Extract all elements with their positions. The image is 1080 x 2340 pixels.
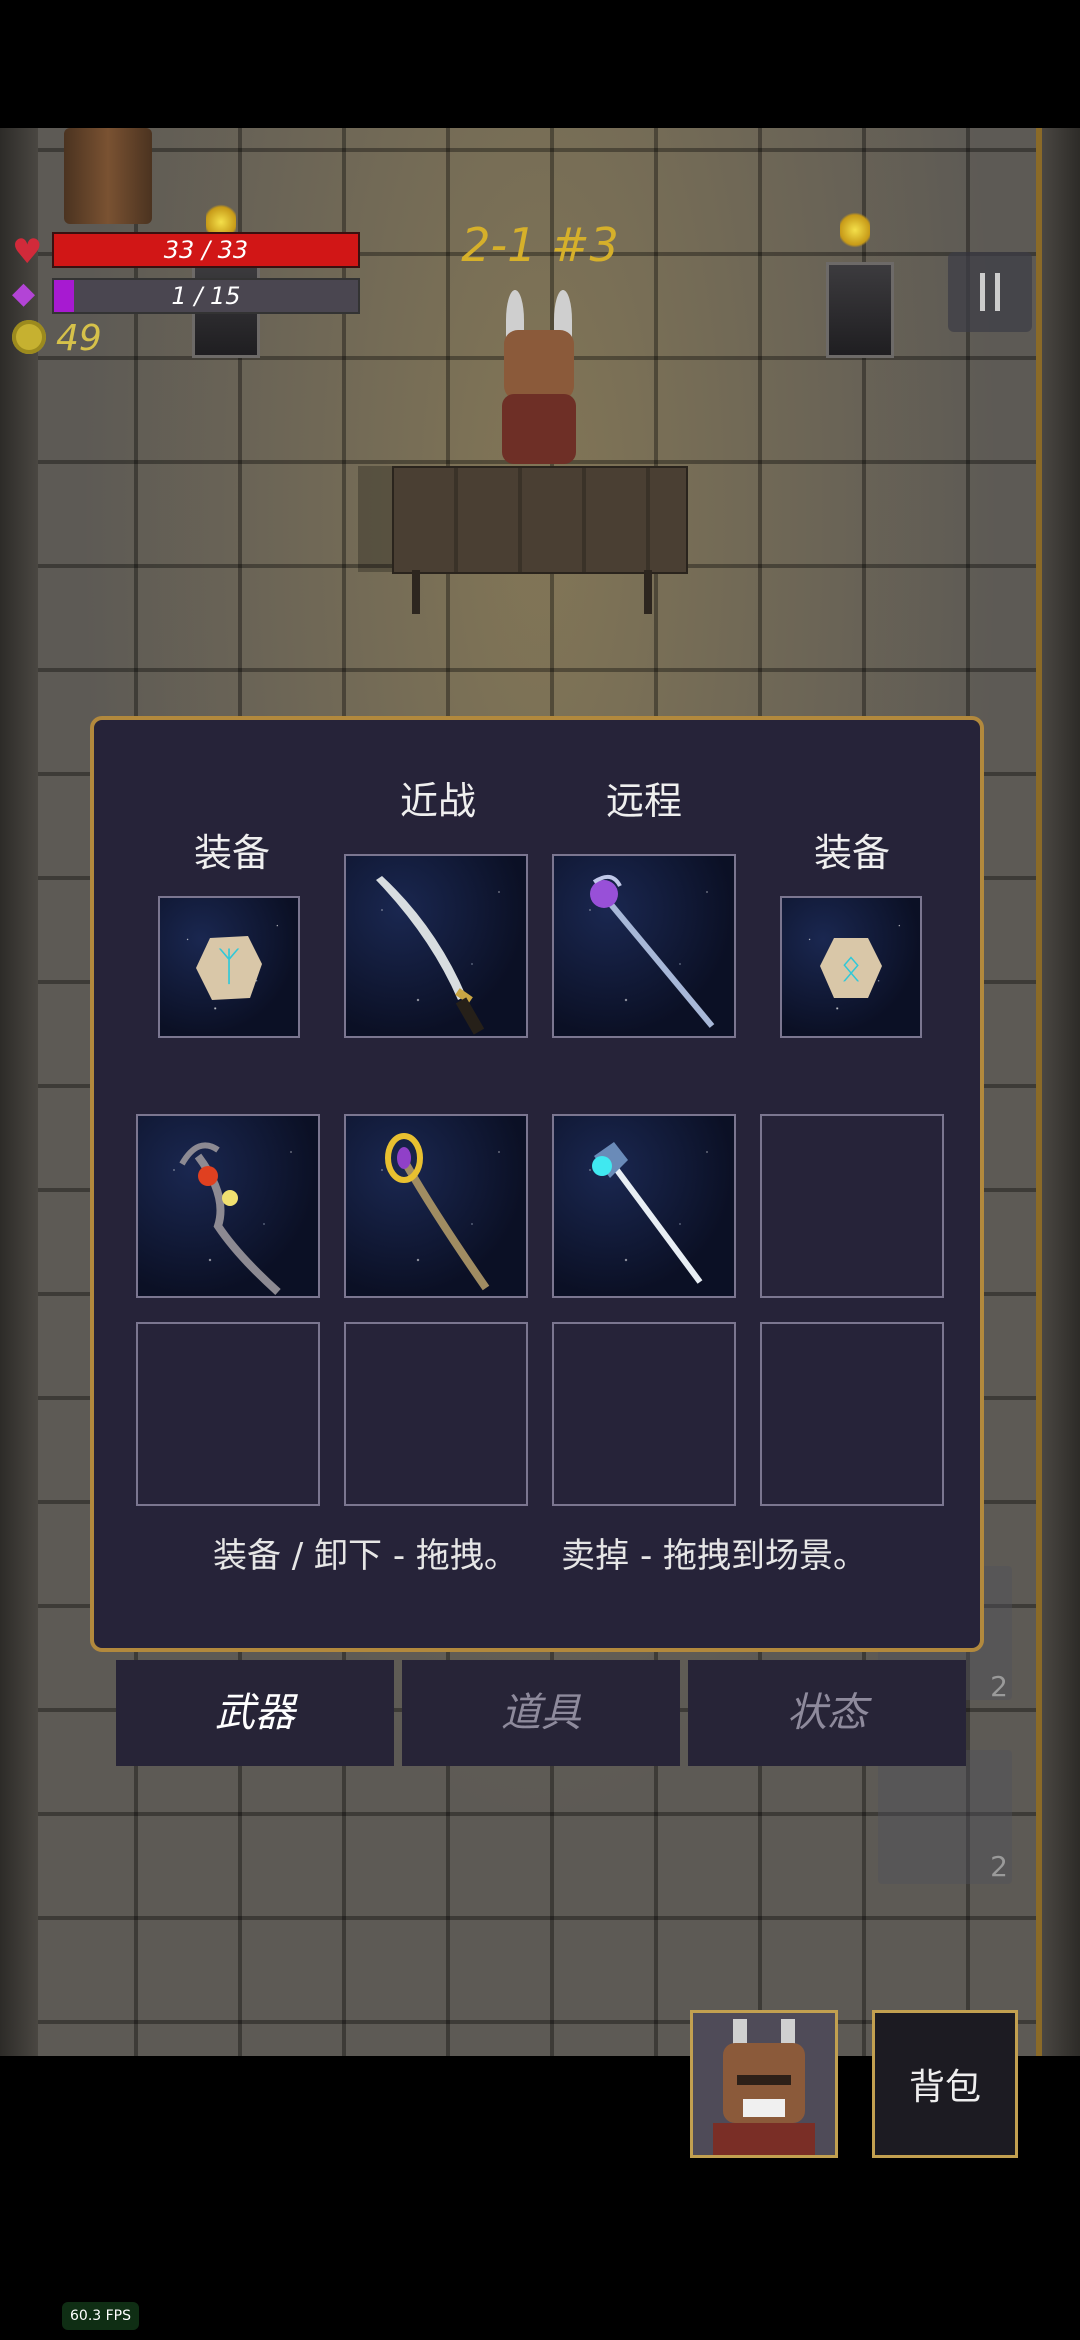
bag-slot[interactable]	[344, 1114, 528, 1298]
shopkeeper-character	[494, 290, 584, 470]
right-wall	[1042, 128, 1080, 2056]
avatar	[713, 2019, 815, 2155]
equip-left-slot[interactable]: ᛉ	[158, 896, 300, 1038]
pause-icon	[980, 273, 985, 311]
coin-icon	[12, 320, 46, 354]
svg-text:ᛟ: ᛟ	[840, 948, 862, 989]
bag-slot-empty[interactable]	[760, 1322, 944, 1506]
bag-slot-empty[interactable]	[552, 1322, 736, 1506]
left-wall	[0, 128, 38, 2056]
ice-wand-icon	[592, 1142, 703, 1284]
fps-counter: 60.3 FPS	[62, 2302, 140, 2330]
equip-right-label: 装备	[813, 831, 890, 875]
tab-weapons[interactable]: 武器	[116, 1660, 394, 1766]
equip-right-slot[interactable]: ᛟ	[780, 896, 922, 1038]
svg-text:ᛉ: ᛉ	[217, 944, 241, 990]
melee-weapon-slot[interactable]	[344, 854, 528, 1038]
barrel-prop	[64, 128, 152, 224]
right-pedestal	[826, 262, 894, 358]
stage-indicator: 2-1 #3	[461, 218, 619, 272]
bag-slot-empty[interactable]	[760, 1114, 944, 1298]
crystal-staff-icon	[590, 874, 715, 1028]
tab-items[interactable]: 道具	[402, 1660, 680, 1766]
drag-hint: 装备 / 卸下 - 拖拽。 卖掉 - 拖拽到场景。	[212, 1536, 868, 1576]
ranged-label: 远程	[605, 779, 682, 823]
right-wall-trim	[1036, 128, 1042, 2056]
bag-slot[interactable]	[552, 1114, 736, 1298]
character-portrait-button[interactable]	[690, 2010, 838, 2158]
fire-staff-icon	[179, 1142, 281, 1295]
background-item-count: 2	[990, 1670, 1008, 1703]
sword-icon	[376, 876, 485, 1035]
pause-button[interactable]	[948, 252, 1032, 332]
tab-status[interactable]: 状态	[688, 1660, 966, 1766]
bag-slot-empty[interactable]	[136, 1322, 320, 1506]
table-leg	[412, 570, 420, 614]
rune-stone-icon: ᛟ	[820, 938, 882, 998]
mp-bar: 1 / 15	[52, 278, 360, 314]
equip-left-label: 装备	[193, 831, 270, 875]
melee-label: 近战	[399, 779, 476, 823]
mp-text: 1 / 15	[171, 282, 241, 310]
bag-slot-empty[interactable]	[344, 1322, 528, 1506]
table-leg	[644, 570, 652, 614]
mana-diamond-icon: ◆	[12, 276, 36, 311]
bag-slot[interactable]	[136, 1114, 320, 1298]
ranged-weapon-slot[interactable]	[552, 854, 736, 1038]
gem-staff-icon	[385, 1133, 490, 1291]
gold-count: 49	[56, 318, 102, 359]
rune-stone-icon: ᛉ	[196, 936, 262, 1000]
shop-table	[392, 466, 688, 574]
background-item-count: 2	[990, 1850, 1008, 1883]
backpack-button[interactable]: 背包	[872, 2010, 1018, 2158]
pause-icon	[995, 273, 1000, 311]
